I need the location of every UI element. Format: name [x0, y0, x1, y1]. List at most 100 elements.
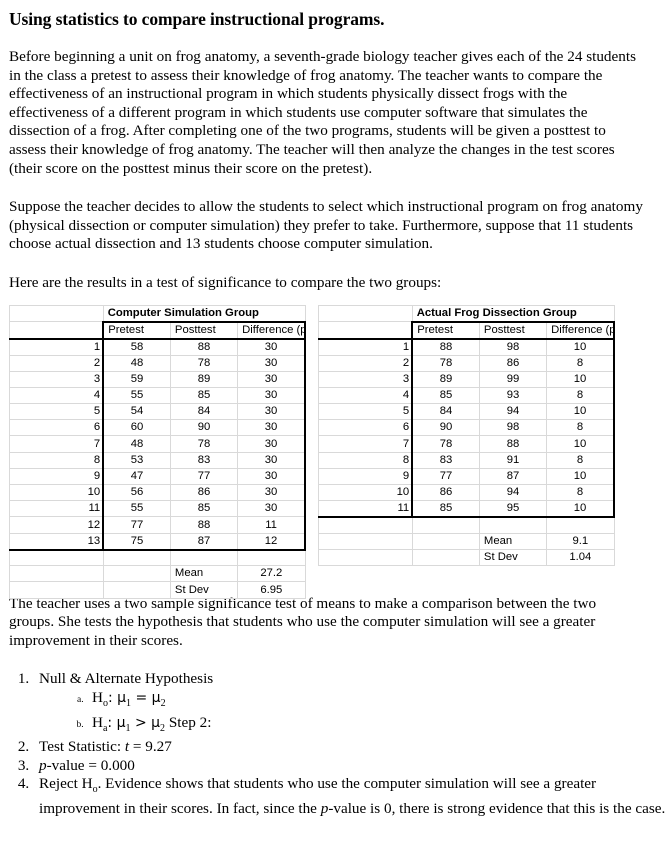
cell-pretest: 48 — [102, 354, 171, 372]
cell-pretest: 53 — [102, 451, 171, 469]
row-index: 2 — [318, 354, 413, 372]
cell-pretest: 83 — [411, 451, 480, 469]
suppose-paragraph: Suppose the teacher decides to allow the… — [9, 198, 643, 253]
cell-difference: 30 — [237, 484, 307, 502]
cell-pretest: 84 — [411, 403, 480, 421]
results-lead-paragraph: Here are the results in a test of signif… — [9, 273, 442, 291]
cell-pretest: 89 — [411, 370, 480, 388]
page-title: Using statistics to compare instructiona… — [9, 9, 385, 29]
cell-posttest: 98 — [478, 419, 548, 437]
step-item-3: p-value = 0.000 — [33, 757, 671, 776]
cell-difference: 10 — [546, 370, 616, 388]
cell-posttest: 84 — [169, 403, 239, 421]
cell-pretest: 47 — [102, 467, 171, 486]
cell-posttest: 91 — [478, 451, 548, 469]
cell-difference: 30 — [237, 451, 307, 469]
spacer-row — [9, 549, 306, 567]
cell-difference: 30 — [237, 467, 307, 486]
conclusion-part-a: Reject H — [39, 775, 93, 793]
row-index: 3 — [318, 370, 413, 388]
table-row: 1 88 98 10 — [318, 337, 616, 356]
cell-pretest: 48 — [102, 435, 171, 453]
cell-pretest: 86 — [411, 484, 480, 502]
hypothesis-sublist: Ho: μ1 = μ2 Ha: μ1 > μ2 Step 2: — [39, 689, 671, 738]
cell-difference: 30 — [237, 386, 307, 405]
computer-simulation-table: Computer Simulation Group Pretest Postte… — [9, 304, 307, 599]
stat-label-stdev: St Dev — [169, 581, 239, 599]
stat-label-mean: Mean — [169, 565, 239, 583]
alt-operator: > μ — [130, 714, 161, 731]
p-value-symbol: p — [39, 756, 47, 774]
cell-posttest: 87 — [478, 467, 548, 486]
cell-posttest: 85 — [169, 386, 239, 405]
cell-difference: 10 — [546, 337, 616, 356]
cell-posttest: 88 — [169, 337, 239, 356]
cell-difference: 10 — [546, 467, 616, 486]
table-row: 7 78 88 10 — [318, 435, 616, 453]
group-title-left: Computer Simulation Group — [102, 304, 306, 323]
cell-posttest: 88 — [478, 435, 548, 453]
null-h: H — [92, 688, 103, 706]
table-row: 3 89 99 10 — [318, 370, 616, 388]
conclusion-part-c: -value is 0, there is strong evidence th… — [328, 799, 666, 817]
cell-difference: 10 — [546, 500, 616, 519]
group-title-right: Actual Frog Dissection Group — [411, 304, 615, 323]
cell-posttest: 83 — [169, 451, 239, 469]
cell-posttest: 87 — [169, 532, 239, 551]
row-index: 10 — [318, 484, 413, 502]
row-index: 1 — [9, 337, 104, 356]
cell-difference: 30 — [237, 354, 307, 372]
row-index: 2 — [9, 354, 104, 372]
step-1-label: Null & Alternate Hypothesis — [39, 670, 214, 688]
alt-h: H — [92, 713, 103, 731]
cell-posttest: 98 — [478, 337, 548, 356]
row-index: 6 — [318, 419, 413, 437]
row-index: 10 — [9, 484, 104, 502]
stat-row-mean: Mean 27.2 — [9, 565, 306, 583]
stat-row-mean: Mean 9.1 — [318, 532, 615, 551]
cell-pretest: 85 — [411, 500, 480, 519]
stat-value-stdev: 6.95 — [237, 581, 306, 599]
results-tables: Computer Simulation Group Pretest Postte… — [0, 304, 671, 599]
cell-difference: 12 — [237, 532, 307, 551]
row-index: 5 — [318, 403, 413, 421]
cell-posttest: 89 — [169, 370, 239, 388]
table-row: 2 48 78 30 — [9, 354, 307, 372]
stat-label-stdev: St Dev — [478, 549, 548, 567]
p-value-text: -value = 0.000 — [46, 756, 135, 774]
cell-posttest: 94 — [478, 403, 548, 421]
cell-pretest: 75 — [102, 532, 171, 551]
row-index: 11 — [318, 500, 413, 519]
cell-pretest: 56 — [102, 484, 171, 502]
row-index: 1 — [318, 337, 413, 356]
column-header-pretest-right: Pretest — [411, 320, 480, 340]
row-index: 9 — [9, 467, 104, 486]
row-index: 8 — [9, 451, 104, 469]
row-index: 5 — [9, 403, 104, 421]
table-row: 11 55 85 30 — [9, 500, 307, 518]
column-header-posttest-right: Posttest — [478, 320, 548, 340]
table-title-row: Computer Simulation Group — [9, 304, 306, 323]
stat-row-stdev: St Dev 1.04 — [318, 549, 615, 567]
alt-mu1: : μ — [107, 714, 126, 731]
cell-difference: 8 — [546, 386, 616, 405]
cell-difference: 30 — [237, 435, 307, 453]
stat-row-stdev: St Dev 6.95 — [9, 581, 306, 599]
cell-difference: 30 — [237, 337, 307, 356]
cell-posttest: 86 — [169, 484, 239, 502]
row-index: 4 — [318, 386, 413, 405]
cell-difference: 10 — [546, 435, 616, 453]
cell-posttest: 94 — [478, 484, 548, 502]
null-mu1: : μ — [107, 689, 127, 706]
cell-posttest: 78 — [169, 354, 239, 372]
table-title-row: Actual Frog Dissection Group — [318, 304, 615, 323]
step-item-1: Null & Alternate Hypothesis Ho: μ1 = μ2 … — [33, 670, 671, 738]
hypothesis-alternate: Ha: μ1 > μ2 Step 2: — [86, 714, 671, 739]
row-index: 9 — [318, 467, 413, 486]
cell-difference: 30 — [237, 403, 307, 421]
cell-pretest: 54 — [102, 403, 171, 421]
row-index: 11 — [9, 500, 104, 518]
cell-posttest: 93 — [478, 386, 548, 405]
table-row: 9 77 87 10 — [318, 467, 616, 486]
step-item-2: Test Statistic: t = 9.27 — [33, 738, 671, 757]
